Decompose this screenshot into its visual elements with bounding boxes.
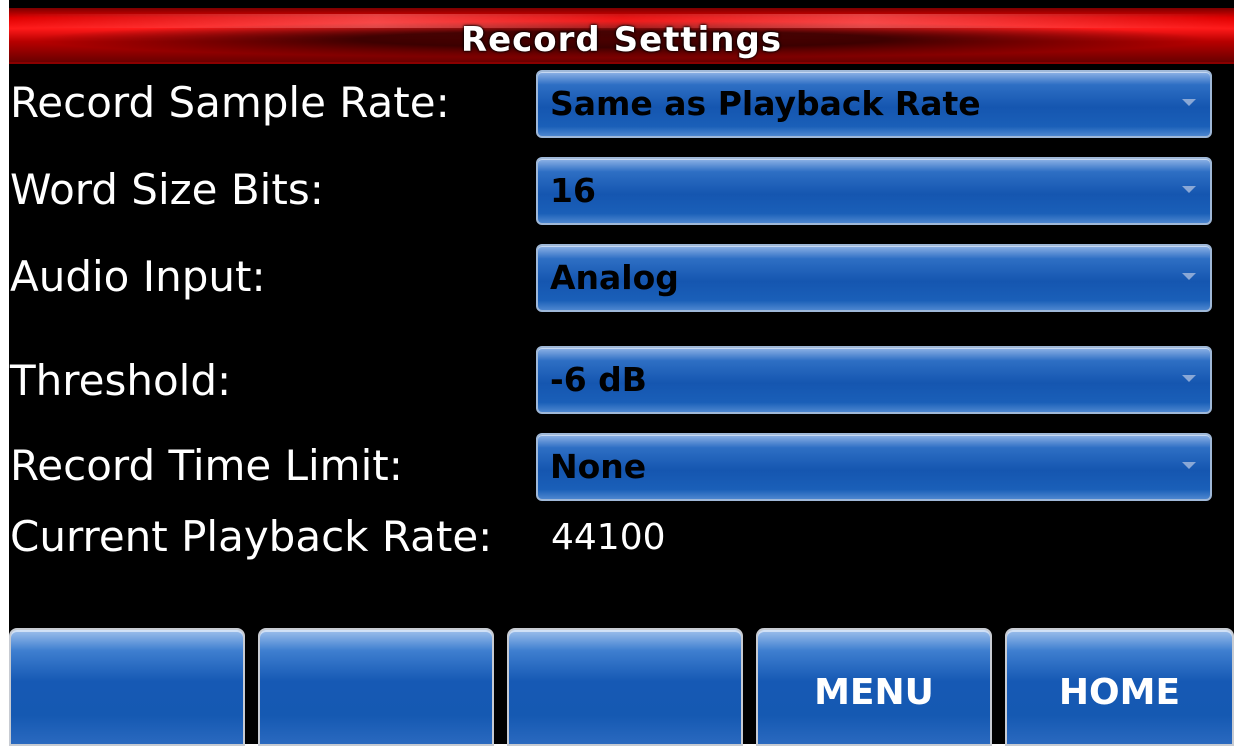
menu-button[interactable]: MENU xyxy=(756,628,992,746)
record-time-limit-label: Record Time Limit: xyxy=(10,441,403,490)
word-size-bits-value: 16 xyxy=(550,171,596,210)
chevron-down-icon xyxy=(1182,273,1196,280)
threshold-value: -6 dB xyxy=(550,360,647,399)
current-playback-rate-value: 44100 xyxy=(551,517,666,558)
word-size-bits-dropdown[interactable]: 16 xyxy=(536,157,1212,225)
chevron-down-icon xyxy=(1182,186,1196,193)
threshold-label: Threshold: xyxy=(10,356,232,405)
home-button[interactable]: HOME xyxy=(1005,628,1234,746)
audio-input-label: Audio Input: xyxy=(10,252,266,301)
audio-input-value: Analog xyxy=(550,258,679,297)
home-button-label: HOME xyxy=(1058,672,1181,713)
menu-button-label: MENU xyxy=(814,672,934,713)
record-time-limit-dropdown[interactable]: None xyxy=(536,433,1212,501)
page-title: Record Settings xyxy=(460,20,783,60)
audio-input-dropdown[interactable]: Analog xyxy=(536,244,1212,312)
threshold-dropdown[interactable]: -6 dB xyxy=(536,346,1212,414)
title-bar: Record Settings xyxy=(9,8,1234,64)
record-time-limit-value: None xyxy=(550,447,647,486)
footer-button-3[interactable] xyxy=(507,628,743,746)
current-playback-rate-label: Current Playback Rate: xyxy=(10,512,493,561)
footer-button-1[interactable] xyxy=(9,628,245,746)
chevron-down-icon xyxy=(1182,462,1196,469)
record-sample-rate-dropdown[interactable]: Same as Playback Rate xyxy=(536,70,1212,138)
chevron-down-icon xyxy=(1182,99,1196,106)
word-size-bits-label: Word Size Bits: xyxy=(10,165,324,214)
record-sample-rate-value: Same as Playback Rate xyxy=(550,84,981,123)
footer-button-2[interactable] xyxy=(258,628,494,746)
record-sample-rate-label: Record Sample Rate: xyxy=(10,78,450,127)
chevron-down-icon xyxy=(1182,375,1196,382)
